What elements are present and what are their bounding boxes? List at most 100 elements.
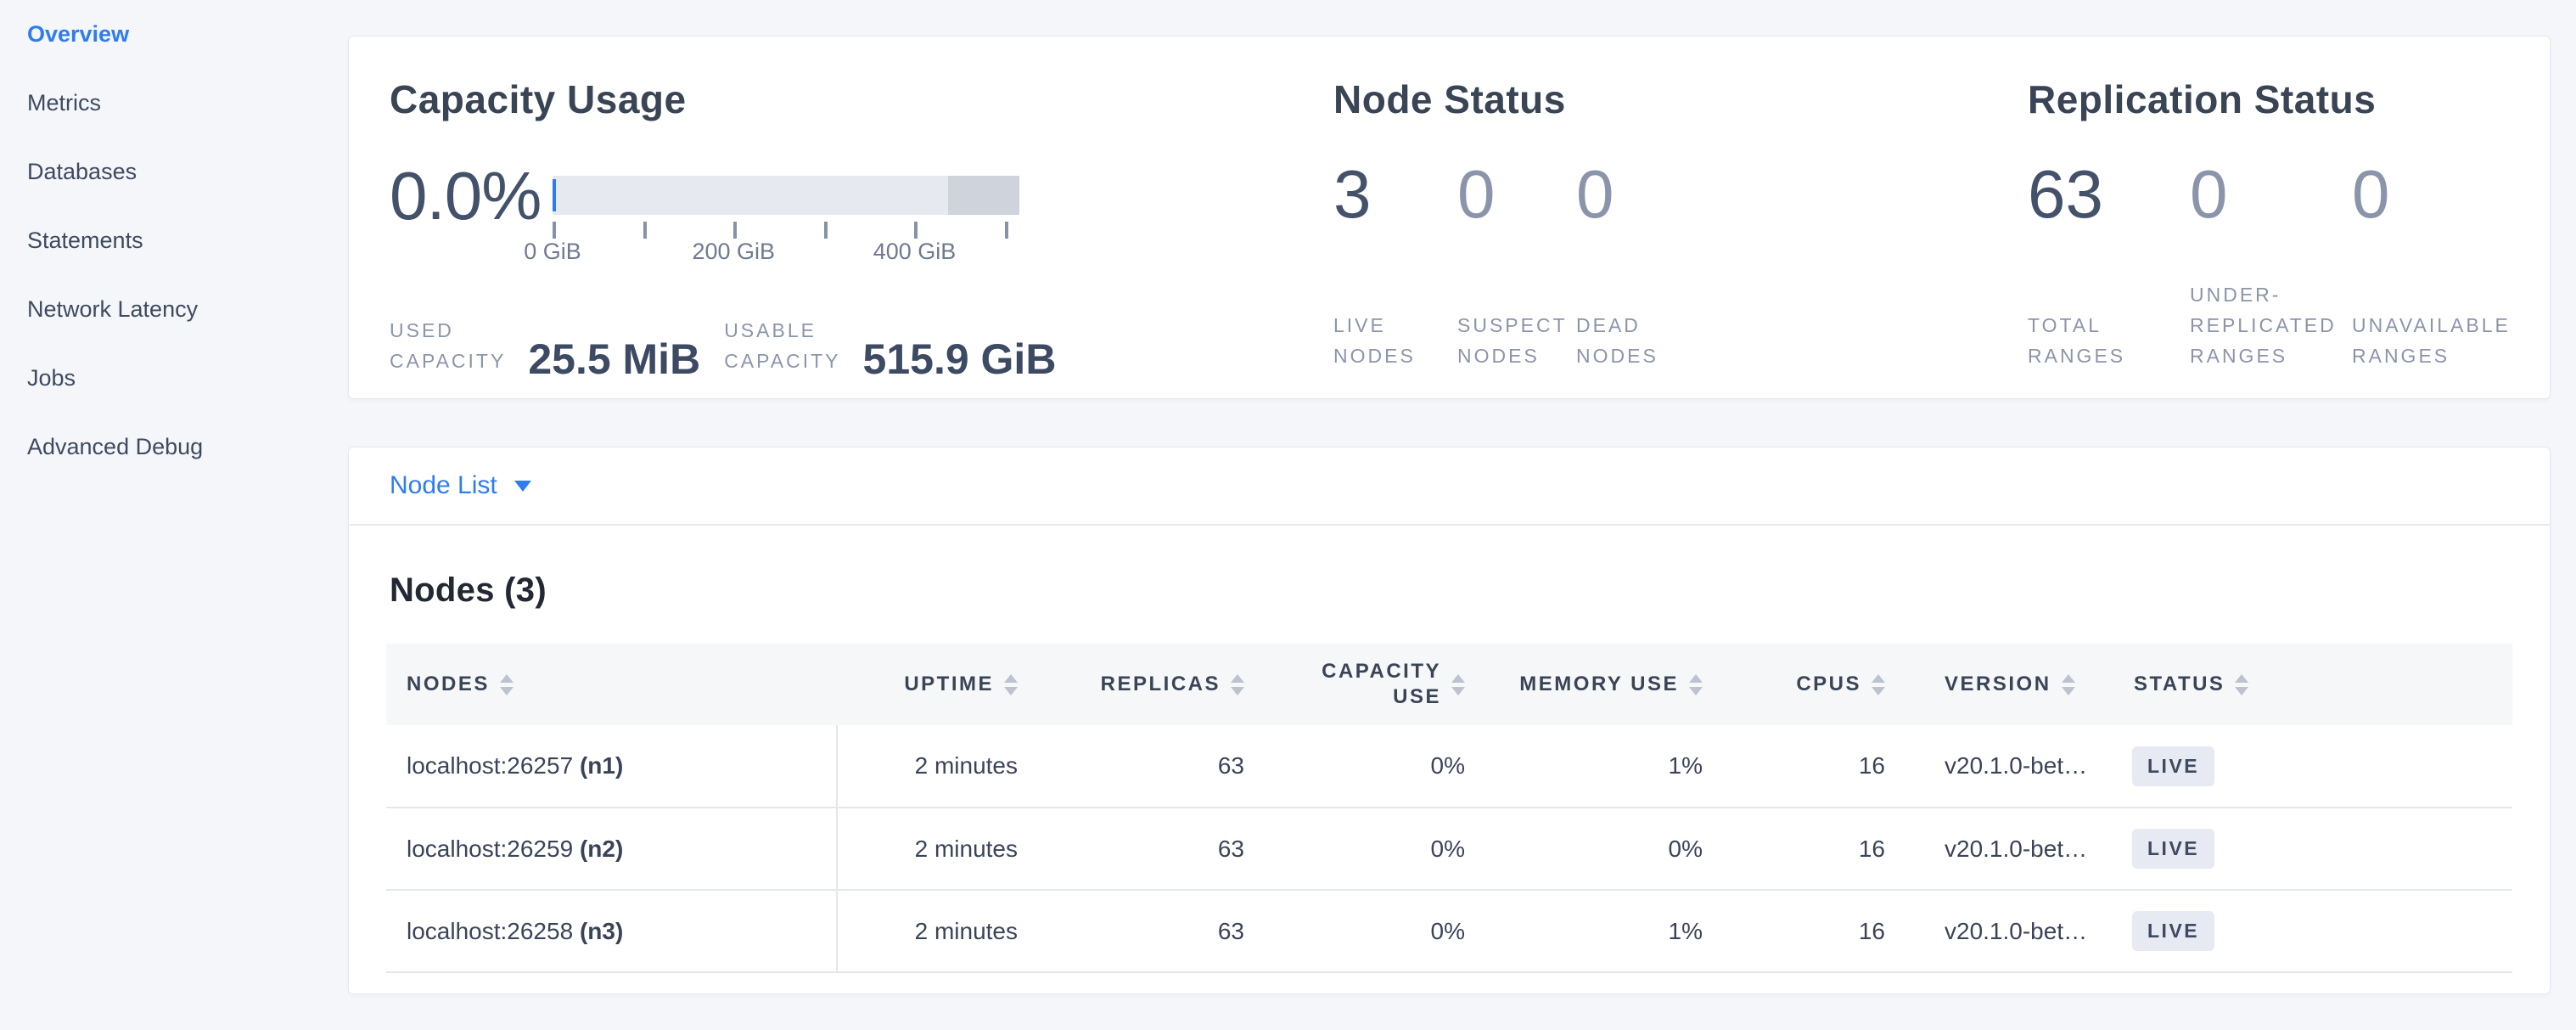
capacity-gauge: 0.0% 0 GiB 200 GiB 400 GiB bbox=[390, 160, 1333, 274]
total-ranges-label: TOTAL RANGES bbox=[2028, 310, 2190, 371]
cpus-header-label: CPUS bbox=[1796, 672, 1861, 697]
cpus-cell: 16 bbox=[1703, 808, 1885, 890]
nodes-table: NODES UPTIME REPLICAS CAPACITY USE MEMOR bbox=[386, 644, 2512, 973]
replicas-cell: 63 bbox=[1018, 725, 1244, 808]
node-list-card: Node List Nodes (3) NODES UPTIME bbox=[348, 447, 2551, 994]
capacity-usage-panel: Capacity Usage 0.0% 0 GiB 200 GiB bbox=[390, 76, 1333, 398]
node-address-cell: localhost:26257 (n1) bbox=[386, 725, 837, 808]
table-row[interactable]: localhost:26258 (n3) 2 minutes 63 0% 1% … bbox=[386, 890, 2512, 972]
used-capacity-value: 25.5 MiB bbox=[528, 341, 700, 378]
column-header-status[interactable]: STATUS bbox=[2129, 644, 2512, 725]
table-row[interactable]: localhost:26259 (n2) 2 minutes 63 0% 0% … bbox=[386, 808, 2512, 890]
uptime-cell: 2 minutes bbox=[837, 890, 1018, 972]
view-dropdown-bar: Node List bbox=[349, 447, 2550, 526]
sort-icon bbox=[1004, 674, 1018, 695]
under-replicated-ranges-label: UNDER- REPLICATED RANGES bbox=[2190, 279, 2352, 371]
column-header-capacity-use[interactable]: CAPACITY USE bbox=[1244, 644, 1465, 725]
replicas-header-label: REPLICAS bbox=[1101, 672, 1221, 697]
dead-nodes-label: DEAD NODES bbox=[1576, 310, 1658, 371]
version-cell: v20.1.0-bet… bbox=[1885, 890, 2129, 972]
dead-nodes-count: 0 bbox=[1576, 160, 1614, 228]
column-header-cpus[interactable]: CPUS bbox=[1703, 644, 1885, 725]
capacity-axis-ticks bbox=[553, 215, 1019, 239]
capacity-axis-labels: 0 GiB 200 GiB 400 GiB bbox=[553, 239, 1019, 266]
nodes-table-wrapper: NODES UPTIME REPLICAS CAPACITY USE MEMOR bbox=[386, 644, 2512, 993]
cpus-cell: 16 bbox=[1703, 890, 1885, 972]
total-ranges-count: 63 bbox=[2028, 160, 2190, 228]
status-header-label: STATUS bbox=[2134, 672, 2225, 697]
sort-icon bbox=[1451, 674, 1465, 695]
sidebar: Overview Metrics Databases Statements Ne… bbox=[0, 0, 348, 1030]
chevron-down-icon[interactable] bbox=[514, 481, 531, 492]
unavailable-ranges-label: UNAVAILABLE RANGES bbox=[2352, 310, 2511, 371]
node-id: (n2) bbox=[580, 836, 623, 862]
capacity-percent: 0.0% bbox=[390, 160, 534, 274]
sidebar-item-jobs[interactable]: Jobs bbox=[27, 366, 348, 390]
memory-use-cell: 0% bbox=[1465, 808, 1703, 890]
replicas-cell: 63 bbox=[1018, 890, 1244, 972]
capacity-use-header-label: CAPACITY USE bbox=[1322, 659, 1441, 710]
cluster-summary-card: Capacity Usage 0.0% 0 GiB 200 GiB bbox=[348, 36, 2551, 399]
used-capacity-label: USED CAPACITY bbox=[390, 315, 506, 376]
uptime-header-label: UPTIME bbox=[904, 672, 994, 697]
nodes-count-title: Nodes (3) bbox=[390, 571, 2550, 610]
table-header-row: NODES UPTIME REPLICAS CAPACITY USE MEMOR bbox=[386, 644, 2512, 725]
memory-use-header-label: MEMORY USE bbox=[1519, 672, 1679, 697]
usable-capacity-label: USABLE CAPACITY bbox=[724, 315, 840, 376]
node-id: (n3) bbox=[580, 918, 623, 944]
status-cell: LIVE bbox=[2129, 890, 2512, 972]
column-header-nodes[interactable]: NODES bbox=[386, 644, 837, 725]
uptime-cell: 2 minutes bbox=[837, 725, 1018, 808]
replication-status-panel: Replication Status 63 0 0 TOTAL RANGES U… bbox=[2028, 76, 2550, 398]
memory-use-cell: 1% bbox=[1465, 725, 1703, 808]
version-cell: v20.1.0-bet… bbox=[1885, 808, 2129, 890]
sidebar-item-statements[interactable]: Statements bbox=[27, 228, 348, 252]
sidebar-item-advanced-debug[interactable]: Advanced Debug bbox=[27, 435, 348, 459]
column-header-version[interactable]: VERSION bbox=[1885, 644, 2129, 725]
node-address-cell: localhost:26259 (n2) bbox=[386, 808, 837, 890]
sidebar-item-overview[interactable]: Overview bbox=[27, 22, 348, 46]
capacity-summary: USED CAPACITY 25.5 MiB USABLE CAPACITY 5… bbox=[390, 315, 1333, 376]
capacity-usage-title: Capacity Usage bbox=[390, 76, 1333, 123]
used-capacity-group: USED CAPACITY 25.5 MiB bbox=[390, 315, 700, 376]
version-cell: v20.1.0-bet… bbox=[1885, 725, 2129, 808]
status-badge: LIVE bbox=[2132, 746, 2214, 786]
sort-icon bbox=[1872, 674, 1885, 695]
node-address: localhost:26258 bbox=[407, 918, 573, 944]
usable-capacity-value: 515.9 GiB bbox=[863, 341, 1057, 378]
column-header-uptime[interactable]: UPTIME bbox=[837, 644, 1018, 725]
column-header-memory-use[interactable]: MEMORY USE bbox=[1465, 644, 1703, 725]
node-address: localhost:26257 bbox=[407, 752, 573, 779]
sidebar-item-metrics[interactable]: Metrics bbox=[27, 91, 348, 115]
node-status-panel: Node Status 3 0 0 LIVE NODES SUSPECT NOD… bbox=[1333, 76, 2028, 398]
unavailable-ranges-count: 0 bbox=[2352, 160, 2390, 228]
node-address-cell: localhost:26258 (n3) bbox=[386, 890, 837, 972]
usable-capacity-group: USABLE CAPACITY 515.9 GiB bbox=[724, 315, 1056, 376]
axis-label-200gib: 200 GiB bbox=[692, 239, 775, 265]
suspect-nodes-count: 0 bbox=[1457, 160, 1576, 228]
sidebar-item-network-latency[interactable]: Network Latency bbox=[27, 297, 348, 321]
sidebar-item-databases[interactable]: Databases bbox=[27, 160, 348, 183]
sort-icon bbox=[1689, 674, 1703, 695]
status-cell: LIVE bbox=[2129, 725, 2512, 808]
column-header-replicas[interactable]: REPLICAS bbox=[1018, 644, 1244, 725]
sort-icon bbox=[2062, 674, 2075, 695]
replication-values: 63 0 0 bbox=[2028, 160, 2550, 228]
nodes-header-label: NODES bbox=[407, 672, 490, 697]
under-replicated-ranges-count: 0 bbox=[2190, 160, 2352, 228]
capacity-use-cell: 0% bbox=[1244, 725, 1465, 808]
sort-icon bbox=[1231, 674, 1244, 695]
node-list-dropdown[interactable]: Node List bbox=[390, 471, 497, 500]
version-header-label: VERSION bbox=[1945, 672, 2051, 697]
node-status-labels: LIVE NODES SUSPECT NODES DEAD NODES bbox=[1333, 279, 2028, 371]
live-nodes-label: LIVE NODES bbox=[1333, 310, 1457, 371]
capacity-use-cell: 0% bbox=[1244, 890, 1465, 972]
sort-icon bbox=[500, 674, 514, 695]
suspect-nodes-label: SUSPECT NODES bbox=[1457, 310, 1576, 371]
replicas-cell: 63 bbox=[1018, 808, 1244, 890]
live-nodes-count: 3 bbox=[1333, 160, 1457, 228]
axis-label-0gib: 0 GiB bbox=[524, 239, 581, 265]
table-row[interactable]: localhost:26257 (n1) 2 minutes 63 0% 1% … bbox=[386, 725, 2512, 808]
replication-status-title: Replication Status bbox=[2028, 76, 2550, 123]
replication-labels: TOTAL RANGES UNDER- REPLICATED RANGES UN… bbox=[2028, 279, 2550, 371]
